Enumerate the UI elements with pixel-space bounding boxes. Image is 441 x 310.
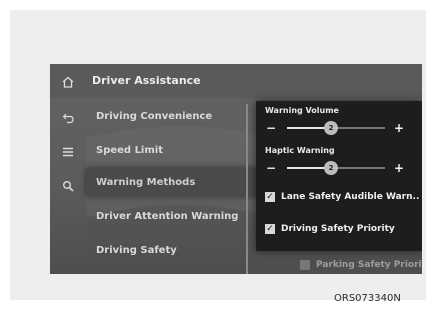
volume-increase-button[interactable]: + — [393, 121, 405, 135]
figure-code: ORS073340N — [334, 293, 401, 304]
menu-item-driving-safety[interactable]: Driving Safety — [86, 236, 258, 264]
menu-item-label: Driving Safety — [96, 244, 177, 256]
warning-settings-popup: Warning Volume − 2 + Haptic Warning − 2 … — [256, 101, 422, 251]
menu-item-label: Speed Limit — [96, 144, 163, 156]
slider-knob[interactable]: 2 — [324, 121, 339, 135]
menu-item-driver-attention-warning[interactable]: Driver Attention Warning — [86, 202, 258, 230]
checkbox[interactable]: ✓ — [265, 224, 275, 234]
back-icon-graphic — [62, 113, 74, 124]
menu-item-speed-limit[interactable]: Speed Limit — [86, 136, 258, 164]
menu-item-label: Driver Attention Warning — [96, 210, 239, 222]
home-icon-graphic — [62, 76, 74, 88]
menu-item-label: Driving Convenience — [96, 110, 213, 122]
page-title: Driver Assistance — [92, 74, 201, 87]
haptic-warning-slider[interactable]: − 2 + — [265, 161, 415, 175]
menu-item-label: Warning Methods — [96, 176, 196, 188]
haptic-decrease-button[interactable]: − — [265, 161, 277, 175]
warning-volume-label: Warning Volume — [265, 106, 339, 115]
menu-item-driving-convenience[interactable]: Driving Convenience — [86, 102, 258, 130]
option-label: Parking Safety Priority — [316, 260, 422, 270]
warning-volume-slider[interactable]: − 2 + — [265, 121, 415, 135]
header-bar: Driver Assistance — [50, 64, 422, 98]
checkbox[interactable] — [300, 260, 310, 270]
infotainment-screen: Driver Assistance Driving Convenience Sp… — [50, 64, 422, 274]
menu-item-warning-methods[interactable]: Warning Methods — [86, 168, 258, 196]
option-label: Lane Safety Audible Warn.. — [281, 192, 420, 202]
haptic-increase-button[interactable]: + — [393, 161, 405, 175]
back-icon[interactable] — [60, 110, 76, 126]
haptic-warning-label: Haptic Warning — [265, 146, 335, 155]
figure-frame: Driver Assistance Driving Convenience Sp… — [10, 10, 426, 300]
slider-knob[interactable]: 2 — [324, 161, 339, 175]
driving-safety-priority-option[interactable]: ✓ Driving Safety Priority — [265, 221, 395, 237]
checkbox[interactable]: ✓ — [265, 192, 275, 202]
home-icon[interactable] — [60, 74, 76, 90]
search-icon-graphic — [63, 181, 74, 192]
divider — [246, 104, 248, 274]
parking-safety-priority-option[interactable]: Parking Safety Priority — [300, 260, 422, 270]
search-icon[interactable] — [60, 178, 76, 194]
menu-icon-graphic — [63, 147, 73, 157]
lane-safety-audible-warning-option[interactable]: ✓ Lane Safety Audible Warn.. — [265, 189, 419, 205]
volume-decrease-button[interactable]: − — [265, 121, 277, 135]
menu-icon[interactable] — [60, 144, 76, 160]
option-label: Driving Safety Priority — [281, 224, 395, 234]
